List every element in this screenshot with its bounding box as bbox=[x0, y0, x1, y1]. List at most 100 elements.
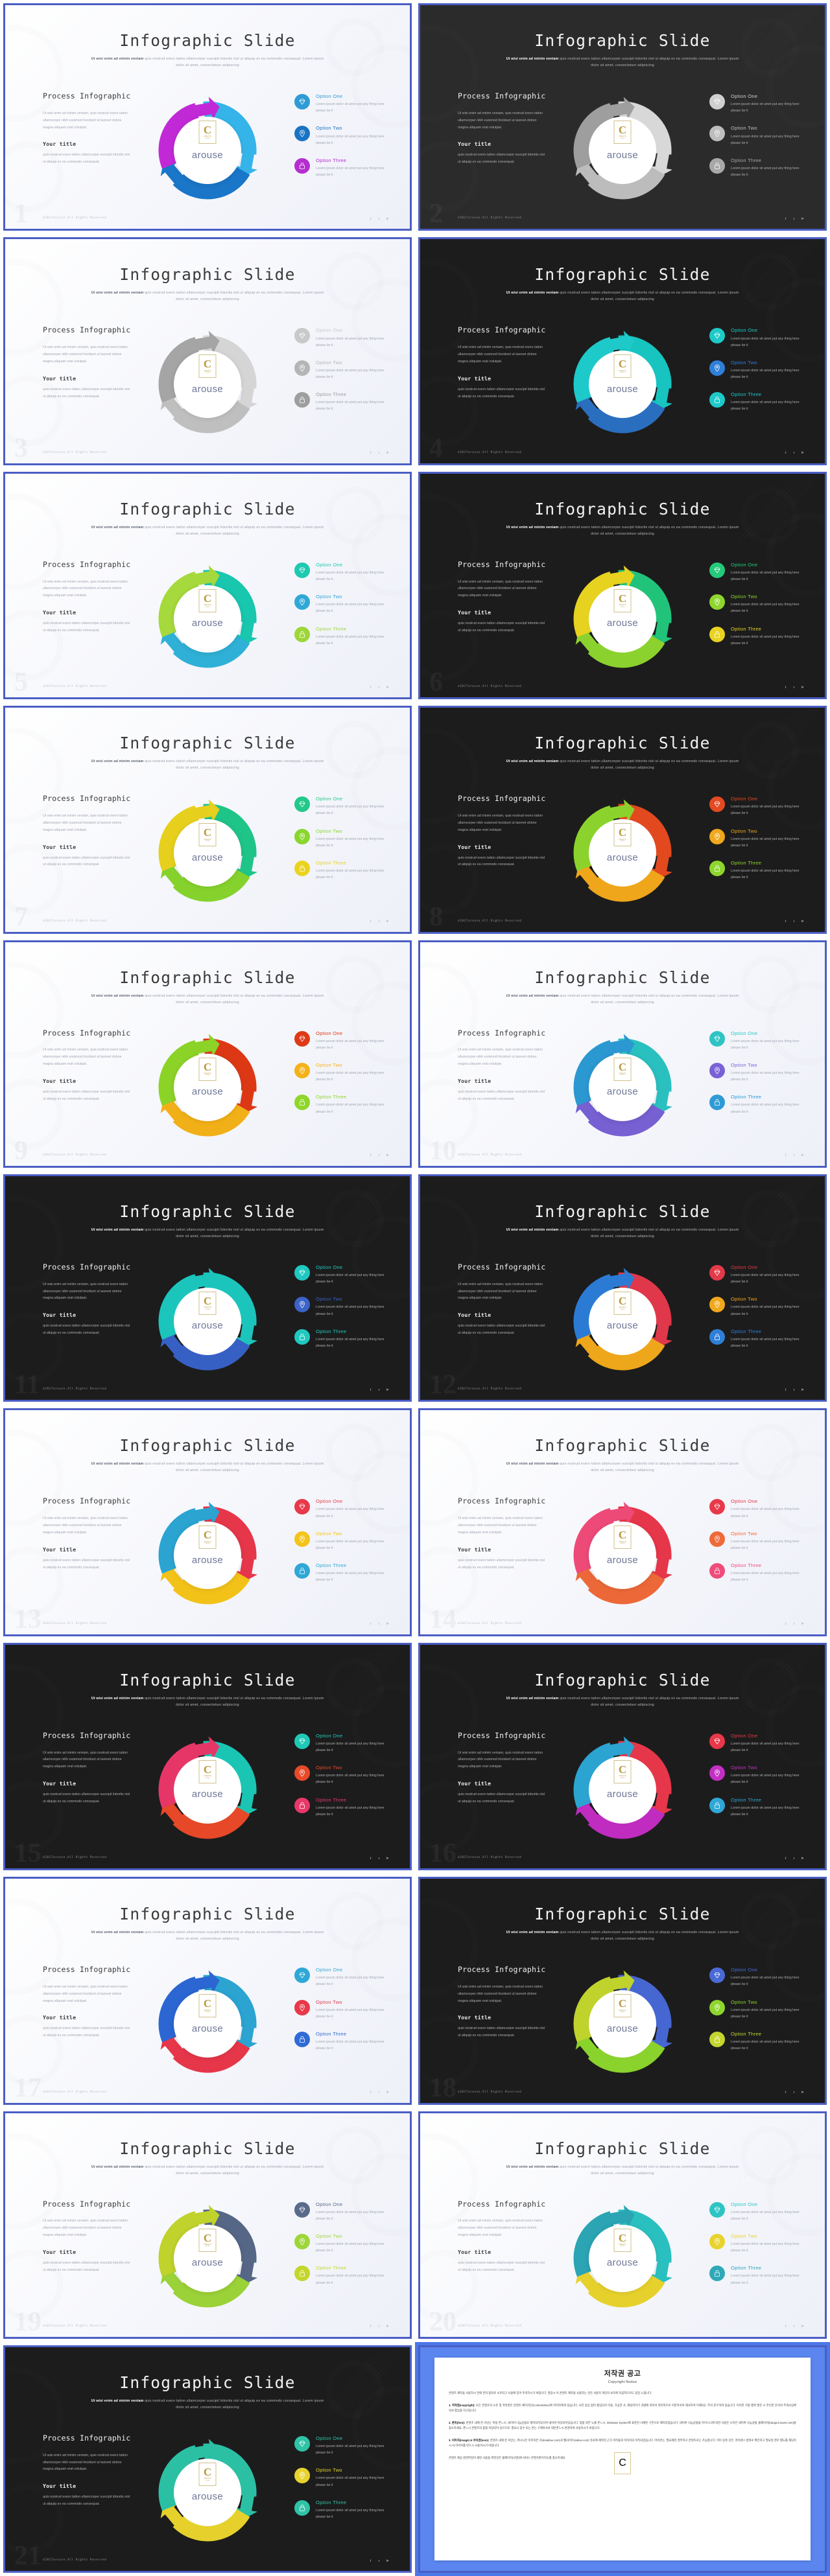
facebook-icon[interactable]: f bbox=[368, 1621, 374, 1627]
send-icon[interactable]: ➤ bbox=[385, 2090, 390, 2096]
slide-thumbnail[interactable]: 6 Infographic Slide Ut wisi enim ad minim … bbox=[415, 469, 830, 702]
social-icons[interactable]: f t ➤ bbox=[368, 919, 390, 925]
facebook-icon[interactable]: f bbox=[783, 2324, 788, 2330]
option-item[interactable]: Option Two Lorem ipsum dolor sit amet put… bbox=[294, 1765, 390, 1785]
facebook-icon[interactable]: f bbox=[368, 1855, 374, 1861]
option-item[interactable]: Option Two Lorem ipsum dolor sit amet put… bbox=[709, 1531, 805, 1551]
option-item[interactable]: Option One Lorem ipsum dolor sit amet put… bbox=[709, 93, 805, 114]
send-icon[interactable]: ➤ bbox=[800, 1153, 805, 1159]
option-item[interactable]: Option One Lorem ipsum dolor sit amet put… bbox=[294, 1733, 390, 1754]
twitter-icon[interactable]: t bbox=[376, 2090, 382, 2096]
facebook-icon[interactable]: f bbox=[783, 1153, 788, 1159]
option-item[interactable]: Option One Lorem ipsum dolor sit amet put… bbox=[294, 93, 390, 114]
twitter-icon[interactable]: t bbox=[376, 2324, 382, 2330]
slide-thumbnail[interactable]: 18 Infographic Slide Ut wisi enim ad minim… bbox=[415, 1874, 830, 2107]
slide-thumbnail[interactable]: 20 Infographic Slide Ut wisi enim ad minim… bbox=[415, 2108, 830, 2342]
facebook-icon[interactable]: f bbox=[368, 684, 374, 690]
option-item[interactable]: Option Two Lorem ipsum dolor sit amet put… bbox=[294, 1999, 390, 2020]
option-item[interactable]: Option One Lorem ipsum dolor sit amet put… bbox=[294, 1030, 390, 1051]
twitter-icon[interactable]: t bbox=[376, 2558, 382, 2564]
send-icon[interactable]: ➤ bbox=[800, 919, 805, 925]
social-icons[interactable]: f t ➤ bbox=[368, 684, 390, 690]
slide-thumbnail[interactable]: 10 Infographic Slide Ut wisi enim ad minim… bbox=[415, 937, 830, 1171]
social-icons[interactable]: f t ➤ bbox=[368, 450, 390, 456]
slide-thumbnail[interactable]: 12 Infographic Slide Ut wisi enim ad minim… bbox=[415, 1171, 830, 1405]
send-icon[interactable]: ➤ bbox=[385, 1153, 390, 1159]
twitter-icon[interactable]: t bbox=[791, 1387, 797, 1393]
twitter-icon[interactable]: t bbox=[791, 919, 797, 925]
option-item[interactable]: Option Two Lorem ipsum dolor sit amet put… bbox=[294, 1062, 390, 1083]
option-item[interactable]: Option Three Lorem ipsum dolor sit amet p… bbox=[294, 391, 390, 412]
facebook-icon[interactable]: f bbox=[368, 2558, 374, 2564]
facebook-icon[interactable]: f bbox=[368, 450, 374, 456]
send-icon[interactable]: ➤ bbox=[800, 1387, 805, 1393]
slide-thumbnail[interactable]: 21 Infographic Slide Ut wisi enim ad minim… bbox=[0, 2342, 415, 2576]
social-icons[interactable]: f t ➤ bbox=[783, 1387, 805, 1393]
send-icon[interactable]: ➤ bbox=[800, 2090, 805, 2096]
social-icons[interactable]: f t ➤ bbox=[783, 684, 805, 690]
slide-thumbnail[interactable]: 4 Infographic Slide Ut wisi enim ad minim … bbox=[415, 234, 830, 468]
option-item[interactable]: Option Three Lorem ipsum dolor sit amet p… bbox=[294, 157, 390, 178]
twitter-icon[interactable]: t bbox=[376, 450, 382, 456]
option-item[interactable]: Option One Lorem ipsum dolor sit amet put… bbox=[294, 327, 390, 348]
twitter-icon[interactable]: t bbox=[791, 2090, 797, 2096]
twitter-icon[interactable]: t bbox=[376, 1621, 382, 1627]
option-item[interactable]: Option One Lorem ipsum dolor sit amet put… bbox=[709, 2201, 805, 2222]
option-item[interactable]: Option Three Lorem ipsum dolor sit amet p… bbox=[294, 860, 390, 881]
facebook-icon[interactable]: f bbox=[368, 1387, 374, 1393]
option-item[interactable]: Option One Lorem ipsum dolor sit amet put… bbox=[709, 562, 805, 583]
slide-thumbnail[interactable]: 2 Infographic Slide Ut wisi enim ad minim … bbox=[415, 0, 830, 234]
twitter-icon[interactable]: t bbox=[376, 216, 382, 222]
slide-thumbnail[interactable]: 1 Infographic Slide Ut wisi enim ad minim … bbox=[0, 0, 415, 234]
option-item[interactable]: Option Two Lorem ipsum dolor sit amet put… bbox=[709, 1999, 805, 2020]
option-item[interactable]: Option Three Lorem ipsum dolor sit amet p… bbox=[709, 1094, 805, 1115]
option-item[interactable]: Option Two Lorem ipsum dolor sit amet put… bbox=[294, 828, 390, 849]
option-item[interactable]: Option One Lorem ipsum dolor sit amet put… bbox=[709, 796, 805, 817]
send-icon[interactable]: ➤ bbox=[385, 919, 390, 925]
slide-thumbnail[interactable]: 11 Infographic Slide Ut wisi enim ad minim… bbox=[0, 1171, 415, 1405]
send-icon[interactable]: ➤ bbox=[385, 1855, 390, 1861]
option-item[interactable]: Option One Lorem ipsum dolor sit amet put… bbox=[294, 2201, 390, 2222]
social-icons[interactable]: f t ➤ bbox=[783, 919, 805, 925]
send-icon[interactable]: ➤ bbox=[385, 450, 390, 456]
option-item[interactable]: Option Three Lorem ipsum dolor sit amet p… bbox=[294, 2500, 390, 2520]
option-item[interactable]: Option One Lorem ipsum dolor sit amet put… bbox=[709, 1264, 805, 1285]
facebook-icon[interactable]: f bbox=[783, 1621, 788, 1627]
twitter-icon[interactable]: t bbox=[376, 919, 382, 925]
facebook-icon[interactable]: f bbox=[368, 216, 374, 222]
facebook-icon[interactable]: f bbox=[783, 216, 788, 222]
slide-thumbnail[interactable]: 13 Infographic Slide Ut wisi enim ad minim… bbox=[0, 1405, 415, 1639]
twitter-icon[interactable]: t bbox=[791, 450, 797, 456]
option-item[interactable]: Option One Lorem ipsum dolor sit amet put… bbox=[294, 1264, 390, 1285]
social-icons[interactable]: f t ➤ bbox=[368, 2090, 390, 2096]
slide-thumbnail[interactable]: 9 Infographic Slide Ut wisi enim ad minim … bbox=[0, 937, 415, 1171]
facebook-icon[interactable]: f bbox=[368, 2090, 374, 2096]
twitter-icon[interactable]: t bbox=[791, 1153, 797, 1159]
option-item[interactable]: Option Three Lorem ipsum dolor sit amet p… bbox=[709, 2265, 805, 2286]
slide-thumbnail[interactable]: 19 Infographic Slide Ut wisi enim ad minim… bbox=[0, 2108, 415, 2342]
option-item[interactable]: Option Three Lorem ipsum dolor sit amet p… bbox=[294, 626, 390, 647]
social-icons[interactable]: f t ➤ bbox=[368, 1387, 390, 1393]
option-item[interactable]: Option Three Lorem ipsum dolor sit amet p… bbox=[294, 1562, 390, 1583]
option-item[interactable]: Option Three Lorem ipsum dolor sit amet p… bbox=[294, 1329, 390, 1349]
option-item[interactable]: Option Two Lorem ipsum dolor sit amet put… bbox=[709, 828, 805, 849]
facebook-icon[interactable]: f bbox=[368, 919, 374, 925]
option-item[interactable]: Option Three Lorem ipsum dolor sit amet p… bbox=[709, 391, 805, 412]
option-item[interactable]: Option Three Lorem ipsum dolor sit amet p… bbox=[709, 157, 805, 178]
facebook-icon[interactable]: f bbox=[783, 684, 788, 690]
option-item[interactable]: Option Three Lorem ipsum dolor sit amet p… bbox=[709, 1562, 805, 1583]
twitter-icon[interactable]: t bbox=[791, 1855, 797, 1861]
send-icon[interactable]: ➤ bbox=[800, 2324, 805, 2330]
option-item[interactable]: Option One Lorem ipsum dolor sit amet put… bbox=[709, 1967, 805, 1988]
send-icon[interactable]: ➤ bbox=[800, 216, 805, 222]
option-item[interactable]: Option Three Lorem ipsum dolor sit amet p… bbox=[294, 2265, 390, 2286]
facebook-icon[interactable]: f bbox=[368, 2324, 374, 2330]
option-item[interactable]: Option One Lorem ipsum dolor sit amet put… bbox=[294, 1498, 390, 1519]
social-icons[interactable]: f t ➤ bbox=[368, 216, 390, 222]
option-item[interactable]: Option One Lorem ipsum dolor sit amet put… bbox=[709, 1030, 805, 1051]
option-item[interactable]: Option One Lorem ipsum dolor sit amet put… bbox=[709, 327, 805, 348]
slide-thumbnail[interactable]: 5 Infographic Slide Ut wisi enim ad minim … bbox=[0, 469, 415, 702]
option-item[interactable]: Option Two Lorem ipsum dolor sit amet put… bbox=[709, 1765, 805, 1785]
send-icon[interactable]: ➤ bbox=[800, 684, 805, 690]
option-item[interactable]: Option Two Lorem ipsum dolor sit amet put… bbox=[709, 2233, 805, 2254]
